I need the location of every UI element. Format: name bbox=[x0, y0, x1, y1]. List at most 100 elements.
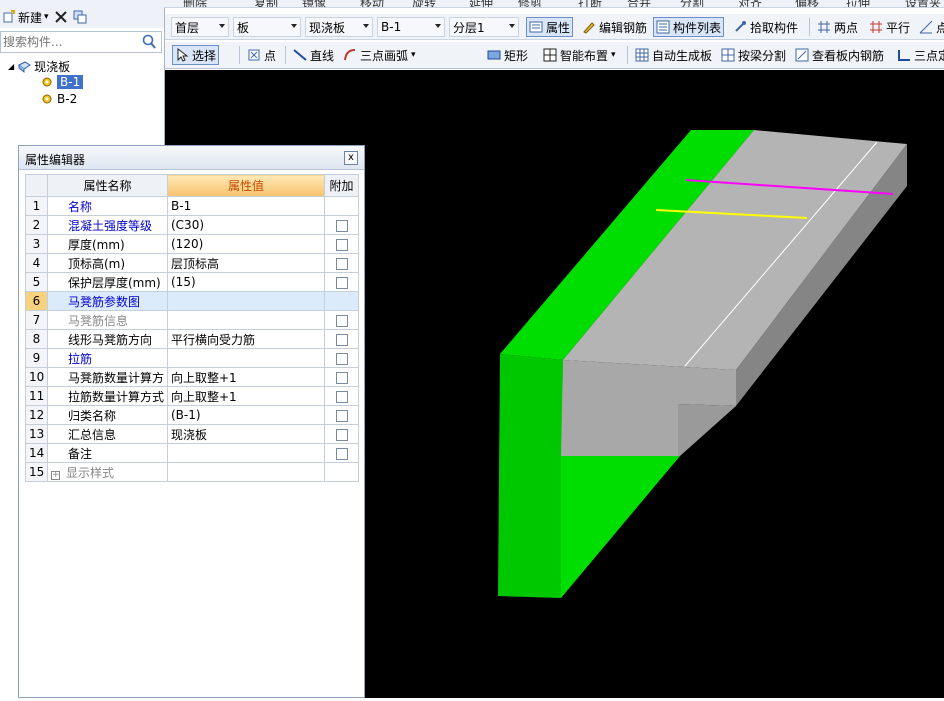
property-value[interactable]: (B-1) bbox=[167, 405, 325, 425]
extra-checkbox[interactable] bbox=[335, 219, 348, 232]
extra-checkbox[interactable] bbox=[335, 238, 348, 251]
property-value[interactable]: (C30) bbox=[167, 215, 325, 235]
property-value[interactable]: (15) bbox=[167, 272, 325, 292]
rotate-button[interactable]: 旋转 bbox=[412, 0, 436, 7]
merge-button[interactable]: 合并 bbox=[627, 0, 651, 7]
search-input[interactable] bbox=[1, 32, 139, 52]
mirror-button[interactable]: 镜像 bbox=[302, 0, 326, 7]
property-value[interactable] bbox=[167, 348, 325, 368]
table-row[interactable]: 7 马凳筋信息 bbox=[25, 310, 359, 330]
table-row[interactable]: 15 + 显示样式 bbox=[25, 462, 359, 482]
table-row[interactable]: 14 备注 bbox=[25, 443, 359, 463]
property-value[interactable]: (120) bbox=[167, 234, 325, 254]
property-value[interactable]: 现浇板 bbox=[167, 424, 325, 444]
copy-button[interactable]: 复制 bbox=[254, 0, 278, 7]
break-button[interactable]: 打断 bbox=[578, 0, 602, 7]
expand-icon[interactable]: + bbox=[51, 470, 60, 480]
search-icon[interactable] bbox=[140, 34, 158, 50]
header-value[interactable]: 属性值 bbox=[167, 174, 325, 197]
extend-button[interactable]: 延伸 bbox=[469, 0, 493, 7]
extra-checkbox[interactable] bbox=[335, 390, 348, 403]
collapse-icon[interactable]: ◢ bbox=[8, 62, 14, 71]
property-value[interactable]: 向上取整+1 bbox=[167, 367, 325, 387]
delete-icon[interactable] bbox=[54, 10, 68, 24]
close-icon[interactable]: x bbox=[344, 151, 358, 165]
align-button[interactable]: 对齐 bbox=[738, 0, 762, 7]
point-angle-button[interactable]: 点角 bbox=[917, 17, 944, 37]
header-name[interactable]: 属性名称 bbox=[47, 174, 168, 197]
extra-checkbox[interactable] bbox=[335, 257, 348, 270]
property-name: 汇总信息 bbox=[47, 424, 168, 444]
new-button[interactable]: 新建 ▾ bbox=[2, 9, 49, 26]
table-row[interactable]: 1 名称 B-1 bbox=[25, 196, 359, 216]
set-grip-button[interactable]: 设置夹点 bbox=[905, 0, 944, 7]
row-index: 7 bbox=[25, 310, 48, 330]
trim-button[interactable]: 修剪 bbox=[518, 0, 542, 7]
extra-checkbox[interactable] bbox=[335, 409, 348, 422]
property-value[interactable]: 平行横向受力筋 bbox=[167, 329, 325, 349]
property-value[interactable] bbox=[167, 291, 325, 311]
extra-checkbox[interactable] bbox=[335, 276, 348, 289]
property-value[interactable] bbox=[167, 462, 325, 482]
copy-icon[interactable] bbox=[73, 10, 87, 24]
table-row[interactable]: 10 马凳筋数量计算方 向上取整+1 bbox=[25, 367, 359, 387]
auto-generate-button[interactable]: 自动生成板 bbox=[633, 45, 714, 65]
extra-checkbox[interactable] bbox=[335, 333, 348, 346]
table-row[interactable]: 13 汇总信息 现浇板 bbox=[25, 424, 359, 444]
table-row[interactable]: 12 归类名称 (B-1) bbox=[25, 405, 359, 425]
property-value[interactable]: 向上取整+1 bbox=[167, 386, 325, 406]
table-row[interactable]: 11 拉筋数量计算方式 向上取整+1 bbox=[25, 386, 359, 406]
header-extra[interactable]: 附加 bbox=[324, 174, 359, 197]
extra-checkbox[interactable] bbox=[335, 314, 348, 327]
separator bbox=[285, 46, 286, 64]
table-row[interactable]: 9 拉筋 bbox=[25, 348, 359, 368]
property-name: 拉筋 bbox=[47, 348, 168, 368]
component-select[interactable]: B-1 bbox=[377, 17, 445, 37]
table-row[interactable]: 6 马凳筋参数图 bbox=[25, 291, 359, 311]
subtype-select[interactable]: 现浇板 bbox=[305, 17, 373, 37]
edit-rebar-button[interactable]: 编辑钢筋 bbox=[580, 17, 649, 37]
parallel-button[interactable]: 平行 bbox=[867, 17, 912, 37]
split-by-beam-button[interactable]: 按梁分割 bbox=[719, 45, 788, 65]
extra-checkbox[interactable] bbox=[335, 447, 348, 460]
extra-checkbox[interactable] bbox=[335, 428, 348, 441]
tree-item-b1[interactable]: B-1 bbox=[40, 75, 84, 89]
tree-item-b2[interactable]: B-2 bbox=[40, 92, 77, 106]
select-button[interactable]: 选择 bbox=[172, 45, 220, 65]
property-value[interactable] bbox=[167, 310, 325, 330]
move-button[interactable]: 移动 bbox=[360, 0, 384, 7]
line-button[interactable]: 直线 bbox=[291, 45, 336, 65]
two-point-button[interactable]: 两点 bbox=[815, 17, 860, 37]
extra-checkbox[interactable] bbox=[335, 371, 348, 384]
search-field[interactable] bbox=[0, 31, 162, 53]
extra-cell bbox=[324, 253, 359, 273]
property-value[interactable]: 层顶标高 bbox=[167, 253, 325, 273]
layer-select[interactable]: 分层1 bbox=[449, 17, 519, 37]
sloped-slab-button[interactable]: 三点定义斜板 bbox=[895, 45, 944, 65]
point-button[interactable]: 点 bbox=[245, 45, 278, 65]
property-name: 马凳筋参数图 bbox=[47, 291, 168, 311]
component-list-button[interactable]: 构件列表 bbox=[653, 17, 725, 37]
type-select[interactable]: 板 bbox=[233, 17, 301, 37]
table-row[interactable]: 2 混凝土强度等级 (C30) bbox=[25, 215, 359, 235]
arc-button[interactable]: 三点画弧 ▾ bbox=[341, 45, 418, 65]
delete-button[interactable]: 删除 bbox=[183, 0, 207, 7]
floor-select[interactable]: 首层 bbox=[171, 17, 229, 37]
stretch-button[interactable]: 拉伸 bbox=[846, 0, 870, 7]
table-row[interactable]: 5 保护层厚度(mm) (15) bbox=[25, 272, 359, 292]
offset-button[interactable]: 偏移 bbox=[795, 0, 819, 7]
properties-button[interactable]: 属性 bbox=[526, 17, 574, 37]
smart-layout-button[interactable]: 智能布置 ▾ bbox=[541, 45, 618, 65]
pick-component-button[interactable]: 拾取构件 bbox=[731, 17, 800, 37]
extra-checkbox[interactable] bbox=[335, 352, 348, 365]
property-editor-titlebar[interactable]: 属性编辑器 x bbox=[19, 146, 364, 170]
rectangle-button[interactable]: 矩形 bbox=[485, 45, 530, 65]
property-value[interactable]: B-1 bbox=[167, 196, 325, 216]
property-value[interactable] bbox=[167, 443, 325, 463]
split-button[interactable]: 分割 bbox=[680, 0, 704, 7]
table-row[interactable]: 4 顶标高(m) 层顶标高 bbox=[25, 253, 359, 273]
table-row[interactable]: 8 线形马凳筋方向 平行横向受力筋 bbox=[25, 329, 359, 349]
table-row[interactable]: 3 厚度(mm) (120) bbox=[25, 234, 359, 254]
view-rebar-button[interactable]: 查看板内钢筋 bbox=[793, 45, 886, 65]
tree-root[interactable]: ◢ 现浇板 bbox=[8, 58, 70, 75]
